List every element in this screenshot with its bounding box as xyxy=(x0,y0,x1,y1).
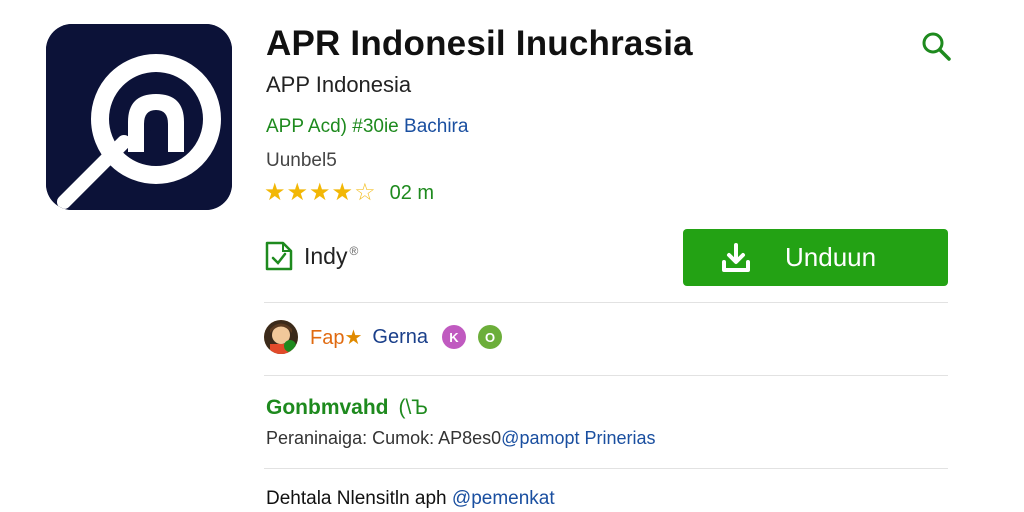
star-icon: ★ xyxy=(344,326,363,349)
tag-item[interactable]: Gerna xyxy=(372,326,428,349)
document-check-icon xyxy=(265,241,293,271)
info-icon[interactable]: ® xyxy=(349,244,358,258)
section-title-symbol: (\Ъ xyxy=(398,396,428,419)
divider xyxy=(264,375,948,376)
developer-link[interactable]: APP Acd) #30ie xyxy=(266,116,399,137)
app-subtitle: APP Indonesia xyxy=(266,72,412,97)
rating-row: ★ ★ ★ ★ ☆ 02 m xyxy=(264,180,434,206)
info-code: AP8es0 xyxy=(438,428,502,448)
section-title[interactable]: Gonbmvahd (\Ъ xyxy=(266,396,428,420)
star-icon: ★ xyxy=(264,179,286,206)
app-icon[interactable] xyxy=(46,24,232,210)
star-icon: ★ xyxy=(331,179,354,206)
rating-stars: ★ ★ ★ ★ ☆ xyxy=(264,180,376,206)
content-rating-badge[interactable]: Indy ® xyxy=(264,240,358,272)
search-button[interactable] xyxy=(918,28,954,64)
search-icon xyxy=(922,32,951,61)
app-detail-page: APR Indonesil Inuchrasia APP Indonesia A… xyxy=(0,0,1024,512)
footer-line: Dehtala Nlensitln aph @pemenkat xyxy=(266,488,555,510)
badge-label: Indy xyxy=(304,242,348,269)
info-prefix: Peraninaiga: xyxy=(266,428,368,448)
magnifier-logo-icon xyxy=(46,24,232,210)
install-button[interactable]: Unduun xyxy=(683,229,948,286)
half-star-icon: ☆ xyxy=(354,179,376,206)
tag-item[interactable]: Fap★ xyxy=(310,325,362,350)
divider xyxy=(264,302,948,303)
tag-label: Fap xyxy=(310,326,345,349)
star-icon: ★ xyxy=(286,179,309,206)
rating-count: 02 m xyxy=(389,181,435,204)
downloads-label: Uunbel5 xyxy=(266,150,337,171)
avatar-image xyxy=(264,320,298,354)
tags-row: Fap★ Gerna K O xyxy=(264,320,502,354)
download-icon xyxy=(722,242,750,272)
star-icon: ★ xyxy=(309,179,331,206)
info-line: Peraninaiga: Cumok: AP8es0@pamopt Priner… xyxy=(266,428,656,449)
section-title-label: Gonbmvahd xyxy=(266,396,389,419)
developer-line: APP Acd) #30ie Bachira xyxy=(266,116,468,138)
divider xyxy=(264,468,948,469)
share-icon[interactable]: K xyxy=(442,325,466,349)
footer-link[interactable]: @pemenkat xyxy=(452,488,555,509)
app-title: APR Indonesil Inuchrasia xyxy=(266,24,693,63)
refresh-icon[interactable]: O xyxy=(478,325,502,349)
info-mid: Cumok: xyxy=(372,428,435,448)
category-link[interactable]: Bachira xyxy=(404,116,468,137)
footer-text: Dehtala Nlensitln aph xyxy=(266,488,447,509)
avatar[interactable] xyxy=(264,320,298,354)
install-label: Unduun xyxy=(785,242,877,272)
info-link[interactable]: @pamopt Prinerias xyxy=(501,428,655,448)
